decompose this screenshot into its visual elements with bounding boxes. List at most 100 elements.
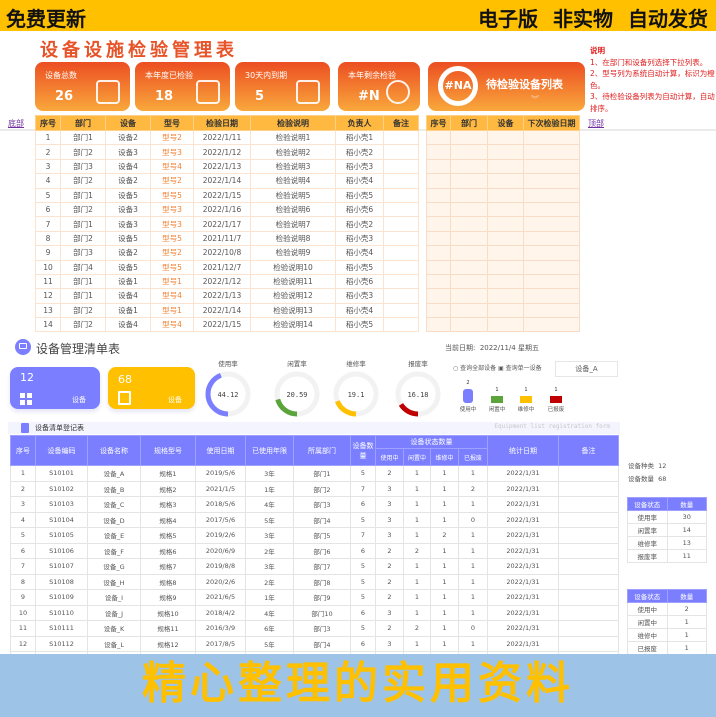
link-bottom[interactable]: 底部 bbox=[8, 118, 24, 129]
column-header: 数量 bbox=[666, 497, 707, 511]
kpi-label: 设备 bbox=[168, 396, 182, 404]
table-cell: 设备_H bbox=[87, 573, 141, 590]
table-cell: 部门3 bbox=[293, 620, 351, 637]
radio-all-label: 查询全部设备 bbox=[460, 365, 497, 372]
chevron-down-icon: ︾ bbox=[531, 95, 539, 104]
rate-label: 维修率 bbox=[346, 360, 366, 368]
kpi-value: 68 bbox=[118, 373, 132, 386]
table-cell: 部门2 bbox=[60, 201, 106, 218]
column-header: 设备状态数量 bbox=[375, 435, 488, 449]
table-cell: 型号4 bbox=[150, 158, 194, 175]
radio-all[interactable]: ○ 查询全部设备 bbox=[453, 365, 496, 372]
table-row bbox=[426, 288, 580, 304]
column-header: 型号 bbox=[150, 115, 194, 131]
column-header: 备注 bbox=[383, 115, 419, 131]
table-cell bbox=[426, 129, 451, 146]
table-cell: 1 bbox=[430, 573, 459, 590]
sheet1-title: 设备设施检验管理表 bbox=[40, 40, 238, 61]
table-row: 报废率 11 bbox=[627, 549, 707, 563]
stat-card: 设备总数 26 bbox=[35, 62, 130, 111]
table-cell: 4 bbox=[10, 511, 36, 528]
table-cell bbox=[487, 216, 524, 232]
date-label: 当前日期: bbox=[445, 344, 476, 352]
table-cell bbox=[523, 245, 580, 261]
column-header: 已使用年限 bbox=[245, 435, 294, 466]
table-cell: 8 bbox=[10, 573, 36, 590]
table-row: 2 S10102 设备_B 规格2 2021/1/5 1年 部门2 7 3 1 1 2 2022/1/3… bbox=[10, 480, 619, 497]
bar-mark bbox=[520, 396, 532, 403]
table-cell: 设备5 bbox=[105, 230, 151, 247]
table-cell bbox=[450, 302, 488, 319]
table-cell: S10102 bbox=[35, 480, 88, 497]
table-cell: 闲置率 bbox=[627, 523, 668, 537]
column-header: 序号 bbox=[426, 115, 451, 131]
table-cell: 2022/1/31 bbox=[487, 573, 559, 590]
table-cell: S10101 bbox=[35, 465, 88, 482]
table-cell: S10108 bbox=[35, 573, 88, 590]
table-cell: 设备5 bbox=[105, 259, 151, 275]
rate-label: 使用率 bbox=[218, 360, 238, 368]
table-row: 使用率 30 bbox=[627, 510, 707, 524]
table-cell: 12 bbox=[35, 288, 61, 304]
table-cell: 型号2 bbox=[150, 245, 194, 261]
table-cell: 2022/1/12 bbox=[193, 273, 251, 290]
table-cell bbox=[426, 317, 451, 333]
table-cell: 6年 bbox=[245, 620, 294, 637]
radio-single-label: 查询单一设备 bbox=[505, 365, 542, 372]
table-cell bbox=[450, 216, 488, 232]
table-cell: S10104 bbox=[35, 511, 88, 528]
table-cell: 2022/1/31 bbox=[487, 527, 559, 544]
table-row: 14 部门2 设备4 型号4 2022/1/15 检验说明14 稻小壳5 bbox=[35, 317, 419, 333]
donut-value: 44.12 bbox=[217, 391, 238, 399]
table-cell: 2022/1/15 bbox=[193, 317, 251, 333]
column-header: 闲置中 bbox=[403, 448, 431, 466]
stat-label: 本年剩余检验 bbox=[348, 71, 396, 80]
table-cell bbox=[426, 201, 451, 218]
rate-gauge: 使用率 44.12 bbox=[202, 358, 254, 420]
table-cell: 设备_K bbox=[87, 620, 141, 637]
table-cell bbox=[523, 230, 580, 247]
table-cell: 规格10 bbox=[140, 604, 196, 621]
device-select[interactable]: 设备_A bbox=[555, 361, 618, 377]
table-cell bbox=[426, 158, 451, 175]
notepad-icon bbox=[118, 391, 131, 405]
table-cell: 2016/3/9 bbox=[195, 620, 246, 637]
table-cell: 6 bbox=[350, 542, 376, 559]
table-cell bbox=[487, 187, 524, 203]
table-cell: 2 bbox=[10, 480, 36, 497]
sheet2-title: 设备管理清单表 bbox=[36, 342, 121, 356]
kpi-card-count: 68 设备 bbox=[108, 367, 195, 409]
table-cell: 规格5 bbox=[140, 527, 196, 544]
column-header: 已报废 bbox=[458, 448, 488, 466]
table-cell: 检验说明2 bbox=[250, 144, 336, 160]
pending-card[interactable]: #NA 待检验设备列表 ︾ bbox=[428, 62, 585, 111]
table-row bbox=[426, 259, 580, 275]
table-cell: 设备_B bbox=[87, 480, 141, 497]
pending-table: 序号 部门 设备 下次检验日期 bbox=[426, 115, 580, 333]
table-cell: 2 bbox=[375, 542, 404, 559]
table-cell: 规格12 bbox=[140, 635, 196, 652]
column-header: 使用中 bbox=[375, 448, 404, 466]
column-header: 统计日期 bbox=[487, 435, 559, 466]
table-cell: 设备_J bbox=[87, 604, 141, 621]
table-cell bbox=[383, 288, 419, 304]
bar-mark bbox=[491, 396, 503, 403]
table-row: 3 S10103 设备_C 规格3 2018/5/6 4年 部门3 6 3 1 1 1 2022/1/3… bbox=[10, 496, 619, 513]
summary: 设备种类 12 设备数量 68 bbox=[628, 460, 666, 486]
link-top[interactable]: 顶部 bbox=[588, 118, 604, 129]
table-cell: 设备4 bbox=[105, 158, 151, 175]
table-cell: 检验说明3 bbox=[250, 158, 336, 175]
table-cell: 2022/1/31 bbox=[487, 635, 559, 652]
table-cell: 2022/1/13 bbox=[193, 288, 251, 304]
column-header: 部门 bbox=[60, 115, 106, 131]
radio-single[interactable]: ▣ 查询单一设备 bbox=[498, 365, 542, 372]
column-header: 所属部门 bbox=[293, 435, 351, 466]
table-cell: 设备3 bbox=[105, 144, 151, 160]
table-cell: 部门6 bbox=[293, 542, 351, 559]
table-cell bbox=[426, 273, 451, 290]
table-cell: 2 bbox=[666, 602, 707, 616]
table-row bbox=[426, 245, 580, 261]
column-header: 序号 bbox=[10, 435, 36, 466]
table-row bbox=[426, 230, 580, 247]
table-cell: 9 bbox=[35, 245, 61, 261]
